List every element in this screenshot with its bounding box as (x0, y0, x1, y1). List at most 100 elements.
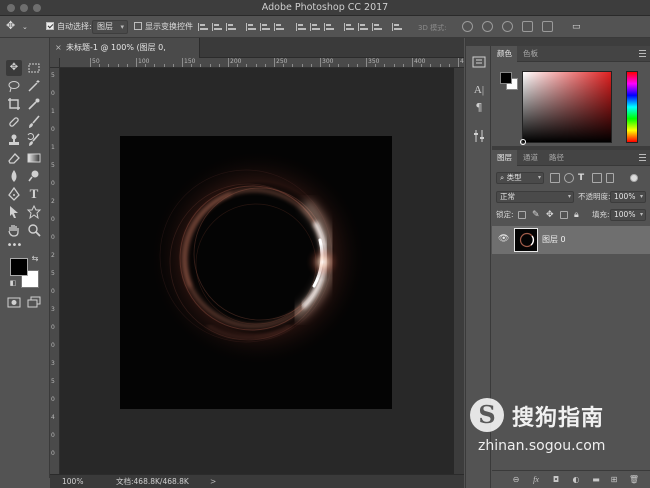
lasso-tool-icon[interactable] (6, 78, 22, 94)
color-panel-menu-icon[interactable] (639, 50, 646, 57)
3d-orbit-icon[interactable] (462, 21, 473, 32)
lock-artboard-icon[interactable] (560, 211, 568, 219)
lock-all-icon[interactable]: 🔒︎ (574, 210, 584, 220)
3d-slide-icon[interactable] (522, 21, 533, 32)
lock-transparent-icon[interactable] (518, 211, 526, 219)
panel-grip[interactable] (492, 38, 650, 46)
blur-tool-icon[interactable] (6, 168, 22, 184)
auto-align-icon[interactable] (392, 23, 402, 31)
visibility-eye-icon[interactable]: 👁︎ (498, 234, 509, 244)
close-document-icon[interactable]: × (55, 38, 62, 58)
hand-tool-icon[interactable] (6, 222, 22, 238)
layer-filter-select[interactable]: ⌕ 类型 ▾ (496, 172, 544, 184)
document-canvas[interactable] (120, 136, 392, 409)
distribute-top-icon[interactable] (296, 23, 306, 31)
tab-paths[interactable]: 路径 (544, 150, 569, 166)
gradient-tool-icon[interactable] (26, 150, 42, 166)
character-panel-icon[interactable]: A| (471, 82, 487, 98)
filter-smart-object-icon[interactable] (606, 173, 614, 183)
color-picker-cursor[interactable] (520, 139, 526, 145)
color-picker-field[interactable] (520, 71, 612, 145)
tab-swatches[interactable]: 色板 (518, 46, 543, 62)
move-tool-icon[interactable]: ✥ (6, 60, 22, 76)
3d-roll-icon[interactable] (482, 21, 493, 32)
auto-select-checkbox[interactable]: 自动选择: (46, 20, 92, 34)
default-colors-icon[interactable]: ◧ (8, 278, 18, 288)
paragraph-panel-icon[interactable]: ¶ (471, 100, 487, 116)
hue-slider[interactable] (626, 71, 638, 143)
color-panel-foreground[interactable] (500, 72, 512, 84)
history-brush-tool-icon[interactable] (26, 132, 42, 148)
eyedropper-tool-icon[interactable] (26, 96, 42, 112)
document-size-info[interactable]: 文档:468.8K/468.8K (116, 475, 189, 488)
type-tool-icon[interactable]: T (26, 186, 42, 202)
blend-mode-select[interactable]: 正常 ▾ (496, 191, 574, 203)
distribute-left-icon[interactable] (344, 23, 354, 31)
tab-color[interactable]: 颜色 (492, 46, 517, 62)
filter-toggle-icon[interactable] (630, 174, 638, 182)
distribute-vcenter-icon[interactable] (310, 23, 320, 31)
3d-scale-icon[interactable] (542, 21, 553, 32)
adjustments-panel-icon[interactable] (471, 128, 487, 144)
new-layer-icon[interactable]: ⊞ (608, 474, 620, 486)
new-group-icon[interactable]: ▬ (590, 474, 602, 486)
align-vcenter-icon[interactable] (212, 23, 222, 31)
adjustment-layer-icon[interactable]: ◐ (570, 474, 582, 486)
path-selection-tool-icon[interactable] (6, 204, 22, 220)
properties-panel-icon[interactable] (471, 54, 487, 70)
align-right-icon[interactable] (274, 23, 284, 31)
clone-stamp-tool-icon[interactable] (6, 132, 22, 148)
align-bottom-icon[interactable] (226, 23, 236, 31)
align-top-icon[interactable] (198, 23, 208, 31)
crop-tool-icon[interactable] (6, 96, 22, 112)
delete-layer-icon[interactable]: 🗑︎ (628, 474, 640, 486)
align-left-icon[interactable] (246, 23, 256, 31)
dock-grip[interactable] (466, 38, 492, 46)
screen-mode-icon[interactable] (26, 294, 42, 310)
distribute-bottom-icon[interactable] (324, 23, 334, 31)
layer-row[interactable]: 👁︎ 图层 0 (492, 226, 650, 254)
vertical-scrollbar[interactable] (454, 68, 464, 474)
layer-style-icon[interactable]: fx (530, 474, 542, 486)
link-layers-icon[interactable]: ⊖ (510, 474, 522, 486)
quick-mask-icon[interactable] (6, 294, 22, 310)
auto-select-target-select[interactable]: 图层 ▾ (92, 20, 128, 34)
dodge-tool-icon[interactable] (26, 168, 42, 184)
tab-layers[interactable]: 图层 (492, 150, 517, 166)
tab-channels[interactable]: 通道 (518, 150, 543, 166)
filter-shape-icon[interactable] (592, 173, 602, 183)
move-tool-icon[interactable]: ✥ (6, 19, 15, 33)
lock-pixels-icon[interactable]: ✎ (532, 210, 542, 220)
opacity-input[interactable]: 100% ▾ (610, 191, 646, 203)
more-tools-icon[interactable]: ••• (6, 238, 23, 254)
show-transform-checkbox[interactable]: 显示变换控件 (134, 20, 193, 34)
document-tab[interactable]: × 未标题-1 @ 100% (图层 0, RGB/8*) * (50, 38, 200, 72)
layer-name[interactable]: 图层 0 (542, 226, 566, 254)
marquee-tool-icon[interactable] (26, 60, 42, 76)
workspace-icon[interactable]: ▭ (572, 20, 581, 34)
layers-panel-menu-icon[interactable] (639, 154, 646, 161)
filter-pixel-icon[interactable] (550, 173, 560, 183)
filter-type-icon[interactable]: T (578, 173, 588, 183)
status-menu-arrow[interactable]: > (210, 475, 216, 488)
lock-position-icon[interactable]: ✥ (546, 210, 556, 220)
fill-input[interactable]: 100% ▾ (610, 209, 646, 221)
pen-tool-icon[interactable] (6, 186, 22, 202)
brush-tool-icon[interactable] (26, 114, 42, 130)
ruler-origin[interactable] (50, 58, 60, 68)
filter-adjustment-icon[interactable] (564, 173, 574, 183)
align-hcenter-icon[interactable] (260, 23, 270, 31)
zoom-level[interactable]: 100% (62, 475, 83, 488)
tool-preset-chevron-icon[interactable]: ⌄ (22, 20, 28, 34)
custom-shape-tool-icon[interactable] (26, 204, 42, 220)
distribute-hcenter-icon[interactable] (358, 23, 368, 31)
swap-colors-icon[interactable]: ⇆ (30, 254, 40, 264)
zoom-tool-icon[interactable] (26, 222, 42, 238)
magic-wand-tool-icon[interactable] (26, 78, 42, 94)
add-mask-icon[interactable]: ◘ (550, 474, 562, 486)
eraser-tool-icon[interactable] (6, 150, 22, 166)
distribute-right-icon[interactable] (372, 23, 382, 31)
foreground-color-swatch[interactable] (10, 258, 28, 276)
3d-pan-icon[interactable] (502, 21, 513, 32)
healing-brush-tool-icon[interactable] (6, 114, 22, 130)
